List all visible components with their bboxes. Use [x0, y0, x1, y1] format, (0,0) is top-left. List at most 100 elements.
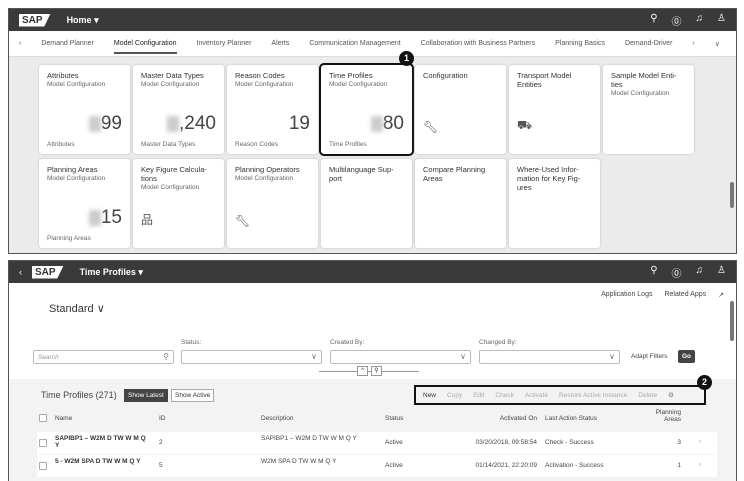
tile-count-value: 99	[100, 113, 122, 134]
bell-icon[interactable]: ♫	[696, 13, 704, 28]
tile[interactable]: Key Figure Calcula-tions Model Configurat…	[133, 159, 224, 248]
col-planning-areas[interactable]: Planning Areas	[647, 409, 681, 423]
tile[interactable]: Planning Operators Model Configuration 🔧︎	[227, 159, 318, 248]
adapt-filters-button[interactable]: Adapt Filters	[631, 353, 668, 360]
tile[interactable]: Time Profiles Model Configuration 80 Time P…	[319, 63, 414, 156]
tile[interactable]: Sample Model Enti-ties Model Configuratio…	[603, 65, 694, 154]
tab[interactable]: Communication Management	[309, 40, 400, 47]
tile[interactable]: Master Data Types Model Configuration ,240…	[133, 65, 224, 154]
hierarchy-icon: 品	[141, 213, 154, 227]
chevron-down-icon: ∨	[311, 352, 317, 361]
col-description[interactable]: Description	[261, 415, 294, 422]
tab[interactable]: Collaboration with Business Partners	[421, 40, 535, 47]
search-icon[interactable]: ⚲	[650, 265, 657, 280]
user-icon[interactable]: ♙	[717, 265, 726, 280]
search-icon[interactable]: ⚲	[650, 13, 657, 28]
tile[interactable]: Attributes Model Configuration 99 Attribute…	[39, 65, 130, 154]
table-toolbar: New Copy Edit Check Activate Restore Act…	[414, 385, 706, 405]
tile[interactable]: Where-Used Infor-mation for Key Fig-ures	[509, 159, 600, 248]
tile[interactable]: Multilanguage Sup-port	[321, 159, 412, 248]
wrench-icon: 🔧︎	[423, 120, 439, 134]
go-button[interactable]: Go	[678, 350, 696, 363]
launchpad-panel: SAP Home ▾ ⚲ ⓪ ♫ ♙ ‹ Demand Planner Model C…	[8, 8, 737, 254]
scrollbar[interactable]	[730, 182, 734, 208]
tile[interactable]: Compare Planning Areas	[415, 159, 506, 248]
status-select[interactable]: ∨	[181, 350, 322, 364]
table-row[interactable]: SAPIBP1 – W2M D TW W M Q Y 2 SAPIBP1 – W…	[37, 432, 717, 454]
chevron-left-icon[interactable]: ‹	[19, 40, 21, 47]
tile[interactable]: Planning Areas Model Configuration 15 Plann…	[39, 159, 130, 248]
col-last-action-status[interactable]: Last Action Status	[545, 415, 597, 422]
back-icon[interactable]: ‹	[19, 267, 22, 277]
tab-active[interactable]: Model Configuration	[113, 33, 177, 54]
created-by-select[interactable]: ∨	[330, 350, 471, 364]
cell-activated-on: 03/20/2018, 09:58:54	[475, 439, 537, 446]
tile-count: 99	[88, 113, 122, 135]
tile-count-value: 80	[382, 113, 404, 134]
application-logs-link[interactable]: Application Logs	[601, 291, 652, 299]
show-latest-button[interactable]: Show Latest	[124, 389, 168, 402]
delete-button[interactable]: Delete	[638, 392, 657, 399]
app-title-menu[interactable]: Time Profiles ▾	[80, 267, 143, 278]
related-apps-link[interactable]: Related Apps	[664, 291, 706, 299]
col-id[interactable]: ID	[159, 415, 166, 422]
table-section: Time Profiles (271) Show Latest Show Act…	[9, 375, 736, 481]
col-status[interactable]: Status	[385, 415, 403, 422]
tab[interactable]: Demand-Driver	[625, 40, 672, 47]
pin-icon[interactable]: ⚲	[371, 366, 382, 376]
home-menu[interactable]: Home ▾	[67, 15, 99, 26]
bell-icon[interactable]: ♫	[696, 265, 704, 280]
variant-selector[interactable]: Standard ∨	[49, 302, 105, 315]
scrollbar[interactable]	[730, 301, 734, 341]
cell-status: Active	[385, 462, 403, 469]
show-active-button[interactable]: Show Active	[171, 389, 215, 402]
cell-status: Active	[385, 439, 403, 446]
share-icon[interactable]: ↗	[718, 291, 724, 299]
select-all-checkbox[interactable]	[39, 414, 47, 422]
tile-count-value: ,240	[179, 113, 216, 134]
cell-description: SAPIBP1 – W2M D TW W M Q Y	[261, 435, 357, 442]
tile-subtitle: Model Configuration	[141, 184, 200, 191]
new-button[interactable]: New	[423, 392, 436, 399]
chevron-down-icon: ∨	[609, 352, 615, 361]
check-button[interactable]: Check	[495, 392, 513, 399]
cell-description: W2M SPA D TW W M Q Y	[261, 458, 337, 465]
cell-id: 2	[159, 439, 163, 446]
collapse-header-icon[interactable]: ^	[357, 366, 368, 376]
search-input[interactable]: Search ⚲	[33, 350, 174, 364]
col-name[interactable]: Name	[55, 415, 72, 422]
activate-button[interactable]: Activate	[525, 392, 548, 399]
changed-by-select[interactable]: ∨	[479, 350, 620, 364]
restore-active-instance-button[interactable]: Restore Active Instance	[559, 392, 627, 399]
tab[interactable]: Planning Basics	[555, 40, 605, 47]
chevron-right-icon[interactable]: ›	[692, 40, 694, 47]
table-row[interactable]: 5 - W2M SPA D TW W M Q Y 5 W2M SPA D TW …	[37, 455, 717, 477]
help-icon[interactable]: ⓪	[672, 265, 682, 280]
search-icon[interactable]: ⚲	[163, 352, 169, 361]
cell-activated-on: 01/14/2021, 22:20:09	[475, 462, 537, 469]
tile-count: 19	[289, 113, 310, 135]
col-activated-on[interactable]: Activated On	[487, 415, 537, 422]
tab[interactable]: Demand Planner	[41, 40, 94, 47]
tile[interactable]: Transport Model Entities ⛟	[509, 65, 600, 154]
tile[interactable]: Reason Codes Model Configuration 19 Reason …	[227, 65, 318, 154]
tab[interactable]: Inventory Planner	[197, 40, 252, 47]
edit-button[interactable]: Edit	[473, 392, 484, 399]
settings-icon[interactable]: ⚙	[668, 391, 674, 399]
tile-subtitle: Model Configuration	[611, 90, 670, 97]
user-icon[interactable]: ♙	[717, 13, 726, 28]
row-checkbox[interactable]	[39, 462, 47, 470]
table-title: Time Profiles (271)	[41, 390, 117, 400]
wrench-icon: 🔧︎	[235, 214, 251, 228]
help-icon[interactable]: ⓪	[672, 13, 682, 28]
chevron-right-icon[interactable]: ›	[699, 438, 701, 445]
tile-title: Where-Used Infor-mation for Key Fig-ures	[517, 165, 581, 192]
chevron-down-icon[interactable]: ∨	[715, 40, 720, 48]
blurred-digits	[88, 115, 101, 132]
copy-button[interactable]: Copy	[447, 392, 462, 399]
tile[interactable]: Configuration 🔧︎	[415, 65, 506, 154]
tile-title: Key Figure Calcula-tions	[141, 165, 207, 183]
row-checkbox[interactable]	[39, 439, 47, 447]
chevron-right-icon[interactable]: ›	[699, 461, 701, 468]
tab[interactable]: Alerts	[271, 40, 289, 47]
